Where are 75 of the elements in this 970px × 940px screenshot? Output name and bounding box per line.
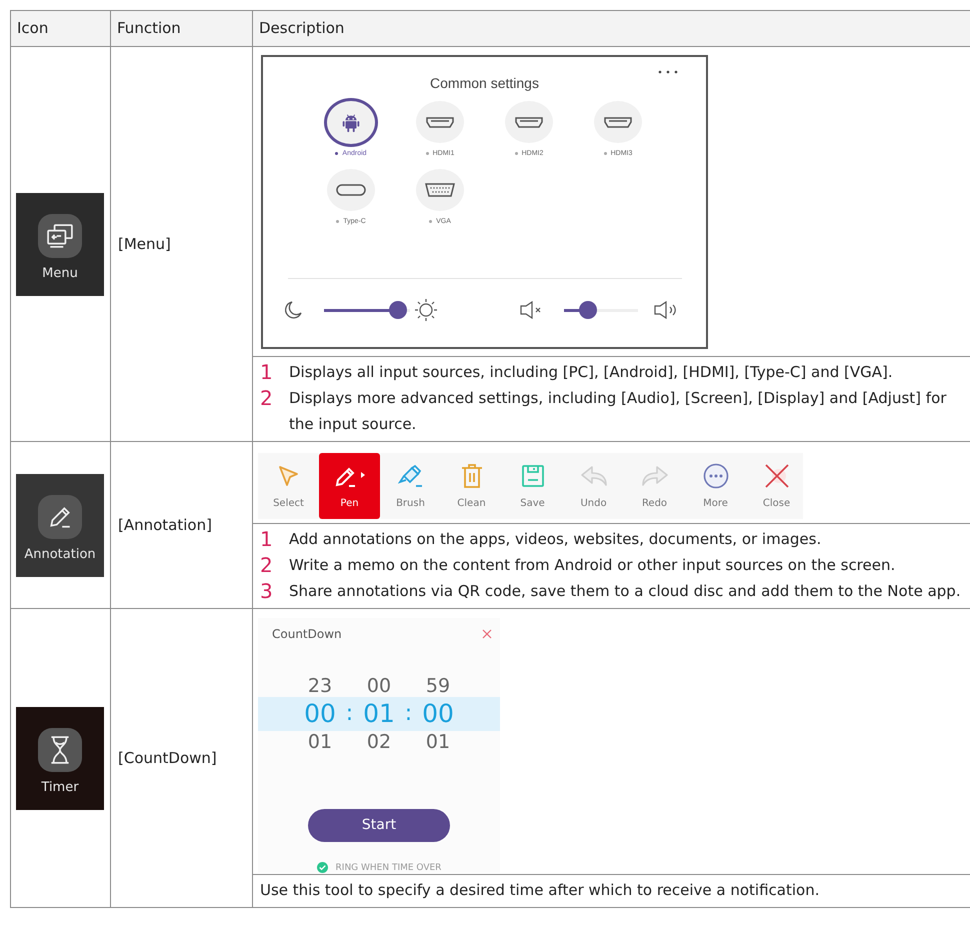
column-header: Icon — [11, 11, 111, 47]
source-button[interactable] — [505, 101, 553, 143]
app-tile[interactable]: Annotation — [16, 474, 104, 576]
screens-icon — [47, 224, 73, 248]
note-number: 1 — [260, 526, 274, 552]
speaker-icon — [654, 301, 678, 319]
more-icon — [702, 463, 728, 489]
tool-button[interactable]: Clean — [441, 453, 502, 519]
vga-port-icon — [425, 182, 455, 198]
undo-icon — [580, 465, 608, 487]
hdmi-port-icon — [515, 116, 543, 128]
tool-button[interactable]: Select — [258, 453, 319, 519]
app-label: Menu — [42, 266, 78, 280]
panel-title: Common settings — [430, 75, 539, 91]
time-option: 02 — [357, 730, 401, 752]
note-text: Displays all input sources, including [PC], [Android], [HDMI], [Type-C] and [VGA]. — [289, 362, 894, 383]
note-number: 2 — [260, 385, 274, 412]
tool-button[interactable]: Save — [502, 453, 563, 519]
tool-button[interactable]: More — [685, 453, 746, 519]
time-separator: : — [344, 701, 354, 726]
function-name: [Annotation] — [118, 516, 212, 534]
time-option: 01 — [298, 730, 342, 752]
trash-icon — [460, 463, 482, 489]
cursor-icon — [276, 464, 300, 488]
hourglass-icon — [49, 736, 71, 764]
source-button[interactable] — [594, 101, 642, 143]
note-text: Use this tool to specify a desired time after which to receive a notification. — [260, 880, 820, 901]
column-header: Description — [253, 11, 970, 47]
tool-button[interactable]: Close — [746, 453, 807, 519]
app-tile[interactable]: Timer — [16, 706, 104, 810]
more-icon[interactable] — [658, 70, 678, 74]
panel-title: CountDown — [272, 626, 342, 641]
time-value[interactable]: 00 — [416, 699, 460, 728]
time-option: 23 — [298, 675, 342, 698]
save-icon — [520, 464, 544, 488]
tool-button[interactable]: Pen — [319, 453, 380, 519]
hdmi-port-icon — [426, 116, 454, 128]
note-text: Displays more advanced settings, including [Audio], [Screen], [Display] and [Adjust] for the input source. — [289, 388, 948, 435]
note-number: 2 — [260, 552, 274, 578]
note-text: Share annotations via QR code, save them to a cloud disc and add them to the Note app. — [289, 581, 962, 602]
source-button[interactable] — [416, 101, 464, 143]
app-label: Annotation — [24, 546, 96, 562]
note-number: 3 — [260, 578, 274, 604]
source-button[interactable] — [416, 169, 464, 211]
check-circle-icon[interactable] — [316, 862, 328, 873]
time-option: 59 — [416, 675, 460, 698]
note-text: Add annotations on the apps, videos, websites, documents, or images. — [289, 529, 822, 550]
brush-icon — [398, 464, 424, 488]
source-button[interactable] — [327, 169, 375, 211]
time-separator: : — [404, 701, 414, 726]
time-option: 01 — [416, 730, 460, 752]
time-picker-band[interactable]: 00 : 01 : 00 — [258, 697, 500, 730]
tool-button[interactable]: Brush — [380, 453, 441, 519]
android-icon — [340, 112, 362, 134]
note-text: Write a memo on the content from Android or other input sources on the screen. — [289, 555, 896, 576]
app-tile[interactable]: Menu — [16, 192, 104, 296]
note-number: 1 — [260, 359, 274, 385]
close-icon[interactable] — [482, 628, 492, 639]
time-option: 00 — [357, 675, 401, 698]
time-value[interactable]: 00 — [298, 699, 342, 728]
usb-c-port-icon — [336, 184, 366, 196]
time-value[interactable]: 01 — [357, 699, 401, 728]
start-button[interactable]: Start — [308, 808, 450, 842]
hdmi-port-icon — [604, 116, 632, 128]
app-label: Timer — [41, 780, 79, 794]
close-icon — [764, 463, 790, 489]
column-header: Function — [111, 11, 253, 47]
option-label: RING WHEN TIME OVER — [336, 862, 442, 872]
slider-thumb[interactable] — [578, 301, 597, 319]
function-name: [CountDown] — [118, 749, 217, 767]
redo-icon — [640, 465, 668, 487]
function-name: [Menu] — [118, 235, 171, 253]
sun-icon — [414, 298, 438, 322]
moon-icon — [283, 300, 303, 320]
slider-thumb[interactable] — [388, 301, 407, 319]
